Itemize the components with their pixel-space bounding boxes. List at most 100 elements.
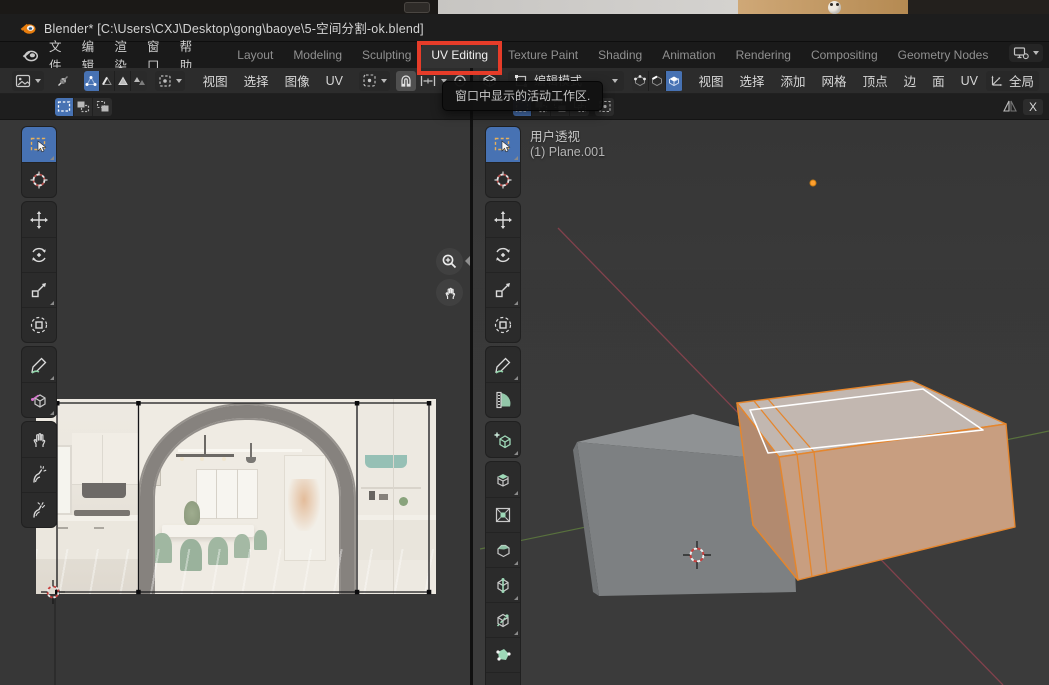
- uv-snap-toggle[interactable]: [396, 71, 416, 91]
- tab-modeling[interactable]: Modeling: [283, 43, 352, 68]
- chevron-down-icon: [1033, 51, 1039, 55]
- tab-layout[interactable]: Layout: [227, 43, 283, 68]
- tooltip-text: 窗口中显示的活动工作区.: [455, 89, 590, 103]
- object-origin-dot: [810, 180, 816, 186]
- uv-select-vertex-button[interactable]: [84, 71, 100, 91]
- viewport-view-label: 用户透视: [530, 126, 580, 145]
- vp-menu-mesh[interactable]: 网格: [814, 69, 855, 92]
- tab-uv-editing[interactable]: UV Editing: [421, 43, 498, 68]
- uv-tool-grab[interactable]: [22, 422, 56, 457]
- vp-menu-uv[interactable]: UV: [953, 72, 986, 90]
- uv-sticky-selection-dropdown[interactable]: [155, 71, 185, 91]
- vp-tool-cursor[interactable]: [486, 162, 520, 197]
- vp-tool-select-box[interactable]: [486, 127, 520, 162]
- uv-select-face-button[interactable]: [115, 71, 131, 91]
- chevron-down-icon: [612, 79, 618, 83]
- vp-tool-bevel[interactable]: [486, 532, 520, 567]
- uv-select-edge-button[interactable]: [100, 71, 116, 91]
- tab-texture-paint[interactable]: Texture Paint: [498, 43, 588, 68]
- vp-tool-annotate[interactable]: [486, 347, 520, 382]
- vertex-mode-button[interactable]: [632, 71, 649, 91]
- uv-editor-canvas[interactable]: [0, 120, 470, 685]
- uv-pan-gizmo[interactable]: [436, 279, 463, 306]
- uv-zoom-gizmo[interactable]: [436, 248, 463, 275]
- tab-rendering[interactable]: Rendering: [726, 43, 801, 68]
- mirror-x-toggle[interactable]: X: [1023, 99, 1043, 115]
- vp-menu-vertex[interactable]: 顶点: [855, 69, 896, 92]
- vp-menu-add[interactable]: 添加: [773, 69, 814, 92]
- vp-tool-measure[interactable]: [486, 382, 520, 417]
- blender-logo-icon: [20, 20, 36, 36]
- vp-tool-inset-faces[interactable]: [486, 497, 520, 532]
- tab-animation[interactable]: Animation: [652, 43, 725, 68]
- uv-select-mode-options: [55, 98, 112, 116]
- edge-mode-button[interactable]: [649, 71, 666, 91]
- tab-sculpting[interactable]: Sculpting: [352, 43, 421, 68]
- vp-tool-transform[interactable]: [486, 307, 520, 342]
- chevron-down-icon: [176, 79, 182, 83]
- background-window-strip: [0, 0, 1049, 14]
- uv-tool-scale[interactable]: [22, 272, 56, 307]
- vp-tool-move[interactable]: [486, 202, 520, 237]
- vp-tool-loop-cut[interactable]: [486, 567, 520, 602]
- vp-tool-rotate[interactable]: [486, 237, 520, 272]
- tab-compositing[interactable]: Compositing: [801, 43, 888, 68]
- uv-tool-relax[interactable]: [22, 457, 56, 492]
- scene-selector[interactable]: [1009, 44, 1043, 62]
- vp-tool-extrude-region[interactable]: [486, 462, 520, 497]
- pan-hand-icon: [442, 285, 458, 301]
- uv-editor-header: 视图 选择 图像 UV: [0, 68, 470, 94]
- uv-sync-selection-toggle[interactable]: [52, 71, 74, 91]
- vp-tool-scale[interactable]: [486, 272, 520, 307]
- uv-menu-select[interactable]: 选择: [236, 69, 277, 92]
- uv-toolbar: [22, 127, 56, 532]
- uv-tool-settings: [0, 94, 470, 120]
- vp-tool-poly-build[interactable]: [486, 637, 520, 672]
- uv-selection-mode-group: [84, 71, 147, 91]
- mirror-symmetry-icon: [1001, 99, 1019, 114]
- vp-tool-knife[interactable]: [486, 602, 520, 637]
- uv-menu-view[interactable]: 视图: [195, 69, 236, 92]
- vp-menu-face[interactable]: 面: [924, 69, 953, 92]
- zoom-icon: [441, 253, 458, 270]
- uv-tool-move[interactable]: [22, 202, 56, 237]
- blender-menu-icon[interactable]: [22, 47, 38, 63]
- background-icon: [404, 2, 430, 13]
- face-mode-button[interactable]: [666, 71, 683, 91]
- uv-menu-image[interactable]: 图像: [277, 69, 318, 92]
- tab-shading[interactable]: Shading: [588, 43, 652, 68]
- uv-menu-uv[interactable]: UV: [318, 72, 351, 90]
- viewport-toolbar: [486, 127, 520, 685]
- orientation-global-icon: [989, 73, 1004, 88]
- uv-editor-icon: [15, 74, 31, 88]
- uv-tool-transform[interactable]: [22, 307, 56, 342]
- magnet-icon: [399, 73, 413, 88]
- viewport-canvas[interactable]: 用户透视 (1) Plane.001: [473, 120, 1049, 685]
- uv-pivot-dropdown[interactable]: [359, 71, 390, 91]
- uv-sync-icon: [55, 73, 71, 89]
- uv-editor-type-dropdown[interactable]: [12, 71, 44, 91]
- uv-select-extend-button[interactable]: [74, 98, 93, 116]
- vp-menu-select[interactable]: 选择: [732, 69, 773, 92]
- transform-orientation-dropdown[interactable]: 全局: [986, 71, 1039, 91]
- viewport-scene: [473, 120, 1049, 685]
- uv-tool-rotate[interactable]: [22, 237, 56, 272]
- uv-tool-annotate[interactable]: [22, 347, 56, 382]
- uv-select-island-button[interactable]: [131, 71, 147, 91]
- viewport-object-label: (1) Plane.001: [530, 145, 605, 159]
- uv-select-new-button[interactable]: [55, 98, 74, 116]
- uv-tool-pinch[interactable]: [22, 492, 56, 527]
- uv-tool-rip-region[interactable]: [22, 382, 56, 417]
- vp-tool-spin[interactable]: [486, 672, 520, 685]
- uv-tool-cursor[interactable]: [22, 162, 56, 197]
- scene-icon: [1013, 46, 1029, 60]
- tab-geometry-nodes[interactable]: Geometry Nodes: [888, 43, 999, 68]
- gizmo-collapse-arrow[interactable]: [465, 256, 470, 266]
- vp-menu-view[interactable]: 视图: [691, 69, 732, 92]
- uv-tool-select-box[interactable]: [22, 127, 56, 162]
- blender-window: Blender* [C:\Users\CXJ\Desktop\gong\baoy…: [0, 0, 1049, 685]
- chevron-down-icon: [35, 79, 41, 83]
- uv-select-subtract-button[interactable]: [93, 98, 112, 116]
- vp-menu-edge[interactable]: 边: [896, 69, 925, 92]
- vp-tool-add-cube[interactable]: [486, 422, 520, 457]
